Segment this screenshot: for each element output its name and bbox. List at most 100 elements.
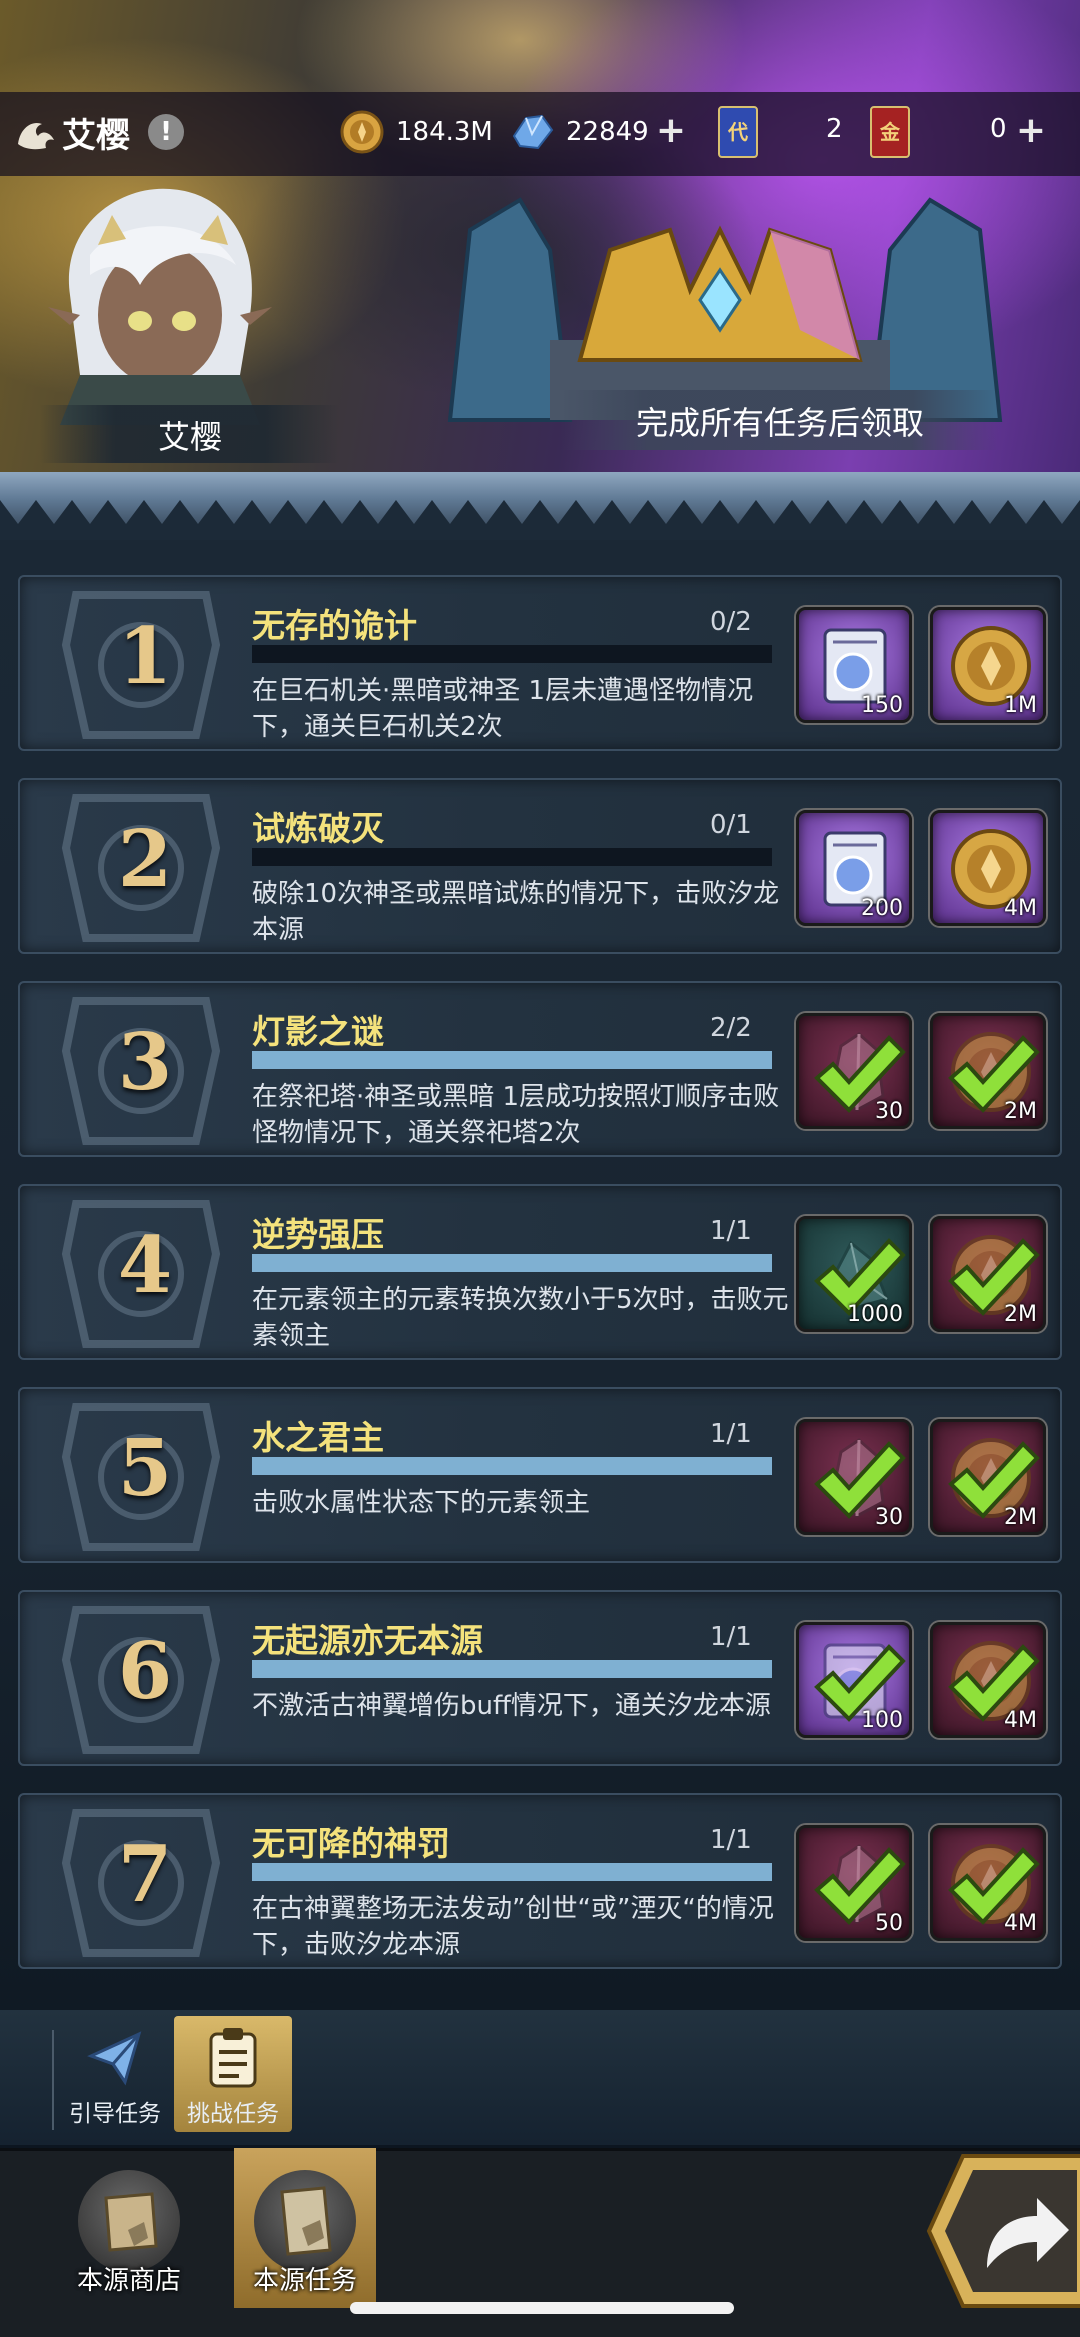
crystal-resource: 22849: [508, 104, 649, 160]
tab-separator: [52, 2030, 54, 2130]
task-progress-fill: [252, 1254, 772, 1272]
reward-slot[interactable]: 200: [796, 810, 912, 926]
reward-quantity: 30: [875, 1505, 903, 1530]
task-description: 不激活古神翼增伤buff情况下，通关汐龙本源: [252, 1691, 771, 1721]
reward-slot[interactable]: 30: [796, 1013, 912, 1129]
add-red-ticket-button[interactable]: +: [1014, 113, 1048, 149]
reward-quantity: 1M: [1004, 693, 1037, 718]
red-ticket-resource: 金: [870, 104, 910, 160]
nav-origin-quests[interactable]: 本源任务: [234, 2148, 376, 2308]
tab-guide-tasks[interactable]: 引导任务: [56, 2016, 174, 2132]
task-progress-fill: [252, 1863, 772, 1881]
reward-quantity: 2M: [1004, 1099, 1037, 1124]
task-number: 2: [117, 814, 173, 905]
task-progress-bar: [252, 1254, 772, 1272]
reward-quantity: 2M: [1004, 1505, 1037, 1530]
task-card[interactable]: 5 水之君主 1/1 击败水属性状态下的元素领主 30 2M: [18, 1387, 1062, 1563]
reward-slot[interactable]: 100: [796, 1622, 912, 1738]
task-progress-text: 0/1: [710, 810, 752, 840]
clipboard-icon: [209, 2028, 257, 2088]
reward-slot[interactable]: 30: [796, 1419, 912, 1535]
player-emblem-icon[interactable]: [12, 110, 60, 158]
blue-ticket-value: 2: [826, 114, 843, 144]
reward-quantity: 1000: [847, 1302, 903, 1327]
task-title: 无可降的神罚: [252, 1824, 450, 1863]
reward-quantity: 4M: [1004, 896, 1037, 921]
task-title: 逆势强压: [252, 1215, 384, 1254]
task-progress-text: 0/2: [710, 607, 752, 637]
reward-slot[interactable]: 4M: [930, 1622, 1046, 1738]
paper-plane-icon: [87, 2031, 142, 2086]
task-progress-fill: [252, 1051, 772, 1069]
reward-quantity: 100: [861, 1708, 903, 1733]
task-card[interactable]: 6 无起源亦无本源 1/1 不激活古神翼增伤buff情况下，通关汐龙本源 100 4M: [18, 1590, 1062, 1766]
task-title: 水之君主: [252, 1418, 384, 1457]
reward-slot[interactable]: 2M: [930, 1419, 1046, 1535]
task-title: 无存的诡计: [252, 606, 417, 645]
task-progress-fill: [252, 1457, 772, 1475]
task-progress-text: 1/1: [710, 1622, 752, 1652]
banner-divider: [0, 472, 1080, 540]
task-progress-text: 1/1: [710, 1216, 752, 1246]
task-card[interactable]: 1 无存的诡计 0/2 在巨石机关·黑暗或神圣 1层未遭遇怪物情况下，通关巨石机关2次…: [18, 575, 1062, 751]
tab-challenge-tasks-label: 挑战任务: [187, 2101, 279, 2127]
task-card[interactable]: 7 无可降的神罚 1/1 在古神翼整场无法发动”创世“或”湮灭“的情况下，击败汐龙本源…: [18, 1793, 1062, 1969]
task-progress-text: 2/2: [710, 1013, 752, 1043]
task-progress-fill: [252, 1660, 772, 1678]
tab-challenge-tasks[interactable]: 挑战任务: [174, 2016, 292, 2132]
task-card[interactable]: 4 逆势强压 1/1 在元素领主的元素转换次数小于5次时，击败元素领主 1000 2M: [18, 1184, 1062, 1360]
crystal-value: 22849: [566, 117, 649, 147]
task-title: 灯影之谜: [252, 1012, 384, 1051]
task-number: 4: [117, 1220, 173, 1311]
reward-slot[interactable]: 4M: [930, 1825, 1046, 1941]
chest-caption: 完成所有任务后领取: [635, 404, 924, 442]
hero-name: 艾樱: [157, 418, 222, 456]
blue-ticket-resource: 代: [718, 104, 758, 160]
reward-quantity: 50: [875, 1911, 903, 1936]
reward-slot[interactable]: 2M: [930, 1013, 1046, 1129]
task-progress-bar: [252, 1660, 772, 1678]
reward-slot[interactable]: 1000: [796, 1216, 912, 1332]
task-description: 在祭祀塔·神圣或黑暗 1层成功按照灯顺序击败怪物情况下，通关祭祀塔2次: [252, 1082, 780, 1148]
hero-portrait[interactable]: [40, 175, 280, 425]
reward-slot[interactable]: 50: [796, 1825, 912, 1941]
task-progress-bar: [252, 1863, 772, 1881]
task-description: 破除10次神圣或黑暗试炼的情况下，击败汐龙本源: [252, 879, 780, 945]
go-arrow-button[interactable]: [925, 2152, 1080, 2310]
reward-slot[interactable]: 150: [796, 607, 912, 723]
task-description: 在古神翼整场无法发动”创世“或”湮灭“的情况下，击败汐龙本源: [252, 1894, 774, 1960]
task-description: 在元素领主的元素转换次数小于5次时，击败元素领主: [252, 1285, 789, 1351]
red-ticket-value: 0: [990, 114, 1007, 144]
info-icon[interactable]: !: [148, 114, 184, 150]
reward-quantity: 30: [875, 1099, 903, 1124]
reward-slot[interactable]: 1M: [930, 607, 1046, 723]
home-indicator: [350, 2302, 734, 2314]
reward-quantity: 200: [861, 896, 903, 921]
reward-slot[interactable]: 2M: [930, 1216, 1046, 1332]
nav-origin-shop-label: 本源商店: [76, 2266, 181, 2296]
tab-guide-tasks-label: 引导任务: [69, 2101, 161, 2127]
task-progress-bar: [252, 1457, 772, 1475]
divider-zigzag: [0, 500, 1080, 540]
task-number: 5: [117, 1423, 173, 1514]
task-number: 6: [117, 1626, 173, 1717]
task-description: 在巨石机关·黑暗或神圣 1层未遭遇怪物情况下，通关巨石机关2次: [252, 676, 754, 742]
task-number: 7: [117, 1829, 173, 1920]
crystal-icon: [512, 114, 554, 150]
red-ticket-icon: 金: [870, 106, 910, 158]
nav-origin-shop[interactable]: 本源商店: [58, 2148, 200, 2308]
task-progress-text: 1/1: [710, 1825, 752, 1855]
gold-value: 184.3M: [396, 117, 493, 147]
player-name: 艾樱: [62, 116, 130, 156]
nav-origin-quests-label: 本源任务: [252, 2266, 357, 2296]
reward-quantity: 2M: [1004, 1302, 1037, 1327]
task-card[interactable]: 2 试炼破灭 0/1 破除10次神圣或黑暗试炼的情况下，击败汐龙本源 200 4M: [18, 778, 1062, 954]
reward-quantity: 4M: [1004, 1911, 1037, 1936]
reward-slot[interactable]: 4M: [930, 810, 1046, 926]
task-title: 试炼破灭: [252, 809, 384, 848]
task-progress-bar: [252, 1051, 772, 1069]
add-crystal-button[interactable]: +: [654, 113, 688, 149]
gold-resource: 184.3M: [338, 104, 493, 160]
quest-scroll-icon: [254, 2170, 356, 2272]
task-card[interactable]: 3 灯影之谜 2/2 在祭祀塔·神圣或黑暗 1层成功按照灯顺序击败怪物情况下，通关祭祀…: [18, 981, 1062, 1157]
